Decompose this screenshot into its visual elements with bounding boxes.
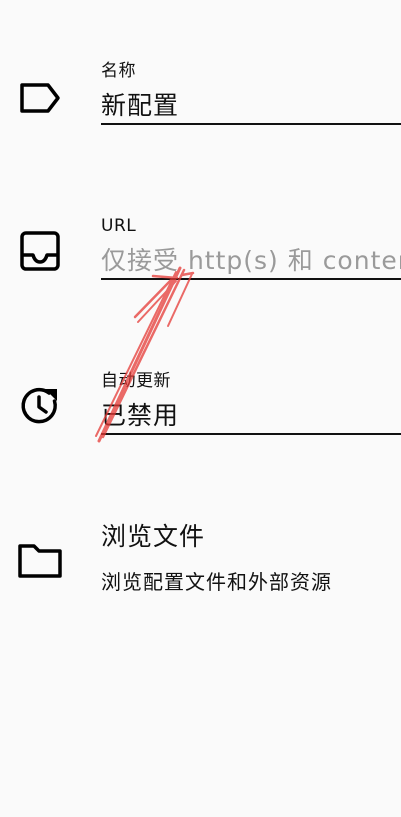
auto-update-field-row[interactable]: 自动更新 已禁用 <box>0 370 401 450</box>
url-field[interactable]: URL 仅接受 http(s) 和 content <box>101 215 401 280</box>
name-underline <box>101 123 401 125</box>
auto-update-field[interactable]: 自动更新 已禁用 <box>101 370 401 435</box>
url-label: URL <box>101 216 137 236</box>
url-underline <box>101 278 401 280</box>
browse-title: 浏览文件 <box>101 522 206 551</box>
url-field-row[interactable]: URL 仅接受 http(s) 和 content <box>0 215 401 295</box>
name-label: 名称 <box>101 61 136 81</box>
browse-text[interactable]: 浏览文件 浏览配置文件和外部资源 <box>101 520 401 596</box>
auto-update-label: 自动更新 <box>101 371 171 391</box>
label-tag-icon <box>16 74 64 122</box>
name-field-row[interactable]: 名称 新配置 <box>0 60 401 140</box>
folder-icon <box>16 536 64 584</box>
browse-files-item[interactable]: 浏览文件 浏览配置文件和外部资源 <box>0 520 401 610</box>
inbox-tray-icon <box>16 227 64 275</box>
url-input[interactable]: 仅接受 http(s) 和 content <box>101 244 401 278</box>
browse-subtitle: 浏览配置文件和外部资源 <box>101 570 332 594</box>
clock-refresh-icon <box>16 382 64 430</box>
auto-update-underline <box>101 433 401 435</box>
name-field[interactable]: 名称 新配置 <box>101 60 401 125</box>
auto-update-value[interactable]: 已禁用 <box>101 399 401 433</box>
name-input[interactable]: 新配置 <box>101 89 401 123</box>
